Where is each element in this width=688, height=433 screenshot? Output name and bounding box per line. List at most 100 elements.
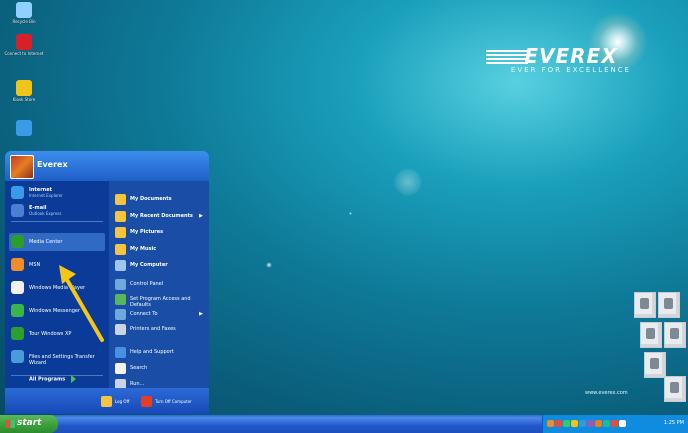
tray-icon[interactable] [563, 420, 570, 427]
start-label: start [17, 418, 42, 428]
ie-icon [11, 186, 24, 199]
cube-logo-icon [640, 322, 662, 348]
program-item[interactable]: Media Center [9, 233, 105, 251]
place-item[interactable]: My Documents [113, 193, 205, 207]
place-item[interactable]: My Music [113, 243, 205, 257]
control-panel-icon [115, 278, 126, 290]
power-icon [141, 396, 152, 407]
pinned-item[interactable]: E-mail Outlook Express [9, 202, 105, 220]
place-item[interactable]: My Pictures [113, 226, 205, 240]
pinned-item[interactable]: Internet Internet Explorer [9, 184, 105, 202]
user-avatar[interactable] [10, 155, 34, 179]
tray-icon[interactable] [547, 420, 554, 427]
messenger-icon [11, 304, 24, 317]
help-icon [115, 346, 126, 358]
desktop-icon-label: Kiosk Store [12, 97, 36, 102]
place-item-label: My Music [130, 245, 157, 252]
cube-logo-icon [644, 352, 666, 378]
place-item[interactable]: Search [113, 362, 205, 376]
media-center-icon [11, 235, 24, 248]
desktop-icon-label: Connect to Internet [4, 51, 44, 56]
cube-logo-icon [634, 292, 656, 318]
place-item[interactable]: Set Program Access and Defaults [113, 293, 205, 308]
desktop-icon[interactable] [4, 120, 44, 137]
tray-icon[interactable] [619, 420, 626, 427]
tray-icon[interactable] [571, 420, 578, 427]
pinned-item-sub: Internet Explorer [29, 193, 63, 198]
transfer-wizard-icon [11, 350, 24, 363]
place-item[interactable]: Help and Support [113, 346, 205, 360]
printer-icon [115, 323, 126, 335]
user-name: Everex [37, 160, 68, 169]
system-tray: 1:25 PM [542, 415, 688, 433]
internet-connect-icon [16, 34, 32, 50]
tray-icon[interactable] [587, 420, 594, 427]
log-off-label: Log Off [115, 399, 130, 404]
tray-icon[interactable] [579, 420, 586, 427]
desktop-icon[interactable]: Kiosk Store [4, 80, 44, 102]
tour-icon [11, 327, 24, 340]
arrow-right-icon [71, 375, 77, 383]
tray-icon[interactable] [595, 420, 602, 427]
place-item[interactable]: My Computer [113, 259, 205, 273]
tray-icon[interactable] [603, 420, 610, 427]
program-access-icon [115, 293, 126, 305]
place-item-label: Search [130, 364, 148, 371]
place-item-label: Connect To [130, 310, 158, 317]
search-icon [115, 362, 126, 374]
start-button[interactable]: start [0, 415, 58, 433]
everex-logo: EVEREX EVER FOR EXCELLENCE [486, 44, 656, 74]
taskbar: start 1:25 PM [0, 415, 688, 433]
place-item-label: Help and Support [130, 348, 174, 355]
recycle-bin-icon [16, 2, 32, 18]
start-menu-header: Everex [5, 151, 209, 181]
place-item[interactable]: Printers and Faxes [113, 323, 205, 337]
clock[interactable]: 1:25 PM [664, 420, 684, 426]
key-icon [101, 396, 112, 407]
glow-dot [349, 212, 352, 215]
pinned-item-sub: Outlook Express [29, 211, 62, 216]
place-item[interactable]: Connect To ▶ [113, 308, 205, 322]
program-item[interactable]: Files and Settings Transfer Wizard [9, 348, 105, 366]
all-programs-button[interactable]: All Programs [29, 375, 77, 383]
place-item-label: My Pictures [130, 229, 164, 235]
cube-logo-icon [664, 322, 686, 348]
annotation-arrow [59, 265, 104, 342]
place-item-label: My Computer [130, 262, 168, 268]
cube-logo-icon [664, 376, 686, 402]
computer-icon [115, 260, 126, 271]
pictures-folder-icon [115, 227, 126, 238]
mail-icon [11, 204, 24, 217]
place-item-label: My Recent Documents [130, 212, 193, 219]
recent-docs-icon [115, 210, 126, 222]
glow-dot [266, 262, 272, 268]
desktop-icon[interactable]: Connect to Internet [4, 34, 44, 56]
brand-tagline: EVER FOR EXCELLENCE [510, 66, 632, 74]
desktop-icon-label: Recycle Bin [12, 19, 36, 24]
place-item-label: Run... [130, 380, 145, 387]
media-player-icon [11, 281, 24, 294]
place-item-label: Set Program Access and Defaults [130, 295, 191, 308]
music-folder-icon [115, 243, 126, 255]
place-item-label: My Documents [130, 196, 172, 202]
place-item[interactable]: Control Panel [113, 278, 205, 292]
tray-icon[interactable] [555, 420, 562, 427]
all-programs-label: All Programs [29, 376, 66, 383]
place-item-label: Control Panel [130, 280, 164, 287]
divider [11, 221, 103, 222]
folder-icon [115, 194, 126, 205]
turn-off-label: Turn Off Computer [155, 399, 192, 404]
connect-icon [115, 308, 126, 320]
desktop-icon[interactable]: Recycle Bin [4, 2, 44, 24]
website-url: www.everex.com [585, 390, 628, 396]
submenu-arrow-icon: ▶ [199, 212, 203, 219]
msn-butterfly-icon [11, 258, 24, 271]
start-menu-footer: Log Off Turn Off Computer [5, 388, 209, 414]
submenu-arrow-icon: ▶ [199, 310, 203, 317]
kiosk-icon [16, 80, 32, 96]
place-item[interactable]: My Recent Documents ▶ [113, 210, 205, 224]
windows-flag-icon [6, 420, 15, 428]
place-item-label: Printers and Faxes [130, 325, 176, 332]
tray-icon[interactable] [611, 420, 618, 427]
program-item-label: Media Center [29, 239, 63, 245]
